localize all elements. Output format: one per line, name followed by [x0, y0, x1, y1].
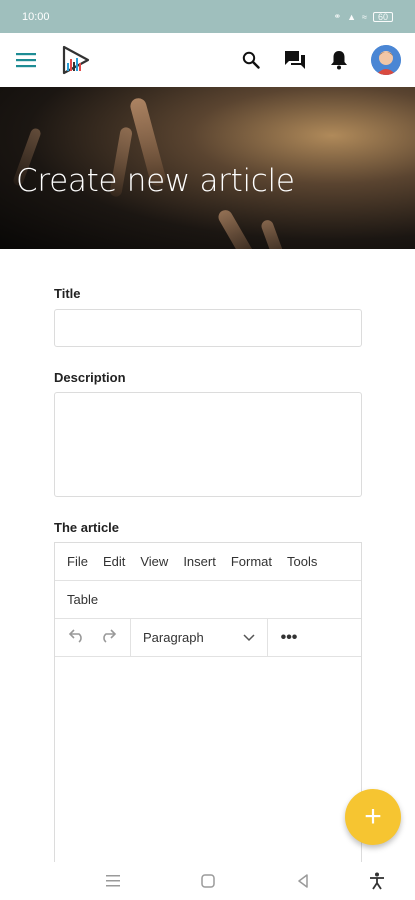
hero-image-detail: [259, 218, 289, 249]
home-icon[interactable]: [197, 870, 219, 892]
add-fab-button[interactable]: +: [345, 789, 401, 845]
headphones-icon: ⚭: [333, 11, 342, 21]
description-label: Description: [54, 370, 126, 385]
menu-view[interactable]: View: [140, 554, 168, 569]
recent-apps-icon[interactable]: [102, 870, 124, 892]
block-format-value: Paragraph: [143, 630, 204, 645]
back-icon[interactable]: [292, 870, 314, 892]
editor-menubar-row2: Table: [55, 581, 361, 619]
menu-edit[interactable]: Edit: [103, 554, 125, 569]
battery-icon: 60: [373, 11, 393, 22]
hero-banner: Create new article: [0, 87, 415, 249]
menu-insert[interactable]: Insert: [183, 554, 216, 569]
more-horizontal-icon[interactable]: •••: [268, 619, 310, 656]
system-nav-bar: [0, 862, 415, 900]
menu-file[interactable]: File: [67, 554, 88, 569]
menu-format[interactable]: Format: [231, 554, 272, 569]
rich-text-editor: File Edit View Insert Format Tools Table…: [54, 542, 362, 862]
menu-tools[interactable]: Tools: [287, 554, 317, 569]
user-avatar-icon[interactable]: [371, 45, 401, 75]
status-bar: 10:00 ⚭ ▲ ≈ 60: [0, 0, 415, 33]
redo-icon[interactable]: [99, 627, 117, 648]
bell-icon[interactable]: [327, 48, 351, 72]
undo-icon[interactable]: [68, 627, 86, 648]
wifi-icon: ≈: [362, 11, 367, 22]
editor-menubar: File Edit View Insert Format Tools: [55, 543, 361, 581]
block-format-select[interactable]: Paragraph: [131, 619, 268, 656]
editor-content-area[interactable]: [55, 657, 361, 857]
page-title: Create new article: [16, 163, 295, 199]
title-label: Title: [54, 286, 81, 301]
signal-icon: ▲: [347, 11, 357, 22]
chevron-down-icon: [243, 630, 255, 645]
app-bar: [0, 33, 415, 87]
description-textarea[interactable]: [54, 392, 362, 497]
chat-icon[interactable]: [283, 48, 307, 72]
article-label: The article: [54, 520, 120, 535]
accessibility-icon[interactable]: [366, 870, 388, 892]
app-logo-icon[interactable]: [58, 43, 92, 77]
hamburger-menu-icon[interactable]: [14, 48, 38, 72]
menu-table[interactable]: Table: [67, 592, 98, 607]
editor-toolbar: Paragraph •••: [55, 619, 361, 657]
status-icons: ⚭ ▲ ≈ 60: [334, 11, 393, 22]
hero-image-detail: [215, 207, 259, 249]
title-input[interactable]: [54, 309, 362, 347]
search-icon[interactable]: [239, 48, 263, 72]
status-time: 10:00: [22, 10, 50, 23]
undo-redo-group: [55, 619, 131, 656]
battery-level: 60: [377, 11, 388, 22]
